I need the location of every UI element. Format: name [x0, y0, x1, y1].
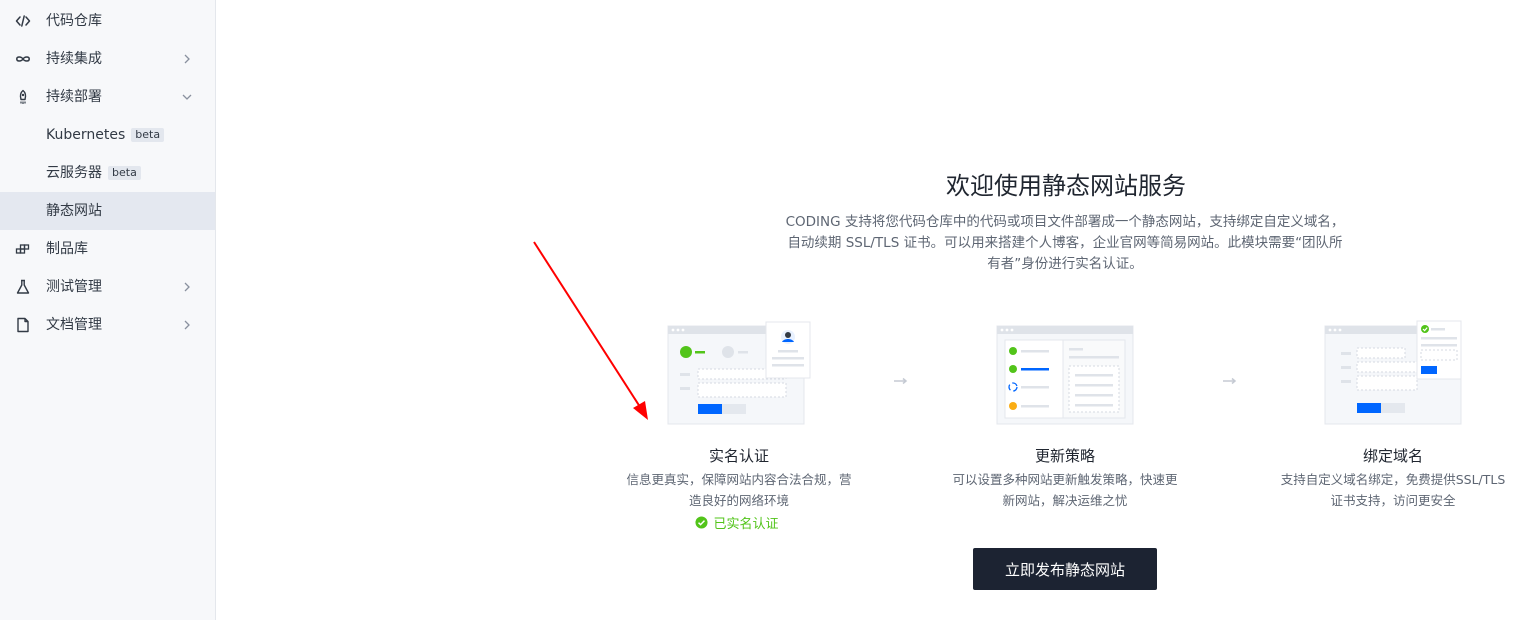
sidebar-item-label: 云服务器 [46, 165, 102, 181]
verification-illustration [667, 321, 811, 425]
chevron-right-icon [184, 320, 190, 330]
code-icon [15, 13, 31, 29]
sidebar-item-code-repo[interactable]: 代码仓库 [0, 2, 215, 40]
verified-status-text: 已实名认证 [713, 517, 779, 532]
beta-badge: beta [131, 128, 165, 142]
sidebar: 代码仓库 持续集成 持续部署 Kubernetes beta 云服务器 beta 静… [0, 0, 216, 620]
sidebar-item-label: 持续集成 [46, 51, 102, 67]
flask-icon [15, 279, 31, 295]
step-title-verification: 实名认证 [708, 447, 769, 465]
sidebar-item-test-management[interactable]: 测试管理 [0, 268, 215, 306]
sidebar-item-label: 静态网站 [46, 203, 102, 219]
sidebar-item-artifacts[interactable]: 制品库 [0, 230, 215, 268]
step-desc-update-strategy: 可以设置多种网站更新触发策略，快速更新网站，解决运维之忧 [952, 472, 1178, 508]
connector-arrow-icon [1223, 377, 1237, 385]
sidebar-item-doc-management[interactable]: 文档管理 [0, 306, 215, 344]
sidebar-item-label: 持续部署 [46, 89, 102, 105]
annotation-arrow-icon [533, 241, 648, 420]
step-desc-bind-domain: 支持自定义域名绑定，免费提供SSL/TLS证书支持，访问更安全 [1280, 472, 1506, 508]
publish-static-site-button[interactable]: 立即发布静态网站 [973, 548, 1157, 590]
sidebar-item-label: Kubernetes [46, 127, 126, 143]
sidebar-item-kubernetes[interactable]: Kubernetes beta [0, 116, 215, 154]
document-icon [15, 317, 31, 333]
rocket-icon [15, 89, 31, 105]
artifact-icon [15, 241, 31, 257]
sidebar-item-label: 代码仓库 [46, 13, 102, 29]
sidebar-item-label: 文档管理 [46, 317, 102, 333]
page-description: CODING 支持将您代码仓库中的代码或项目文件部署成一个静态网站，支持绑定自定… [785, 214, 1345, 272]
page-title: 欢迎使用静态网站服务 [946, 172, 1186, 200]
connector-arrow-icon [894, 377, 908, 385]
main-content: 欢迎使用静态网站服务 CODING 支持将您代码仓库中的代码或项目文件部署成一个… [216, 0, 1519, 620]
sidebar-item-cd[interactable]: 持续部署 [0, 78, 215, 116]
sidebar-item-static-site[interactable]: 静态网站 [0, 192, 215, 230]
sidebar-item-label: 测试管理 [46, 279, 102, 295]
chevron-down-icon [182, 94, 192, 100]
step-title-bind-domain: 绑定域名 [1362, 447, 1423, 465]
beta-badge: beta [108, 166, 141, 180]
step-desc-verification: 信息更真实，保障网站内容合法合规，营造良好的网络环境 [626, 472, 852, 508]
step-title-update-strategy: 更新策略 [1034, 447, 1095, 465]
update-strategy-illustration [996, 325, 1134, 425]
verified-status: 已实名认证 [622, 513, 852, 532]
bind-domain-illustration [1324, 320, 1462, 425]
sidebar-item-ci[interactable]: 持续集成 [0, 40, 215, 78]
chevron-right-icon [184, 282, 190, 292]
sidebar-item-cloud-server[interactable]: 云服务器 beta [0, 154, 215, 192]
check-circle-icon [695, 516, 709, 529]
chevron-right-icon [184, 54, 190, 64]
sidebar-item-label: 制品库 [46, 241, 88, 257]
infinity-icon [15, 51, 31, 67]
